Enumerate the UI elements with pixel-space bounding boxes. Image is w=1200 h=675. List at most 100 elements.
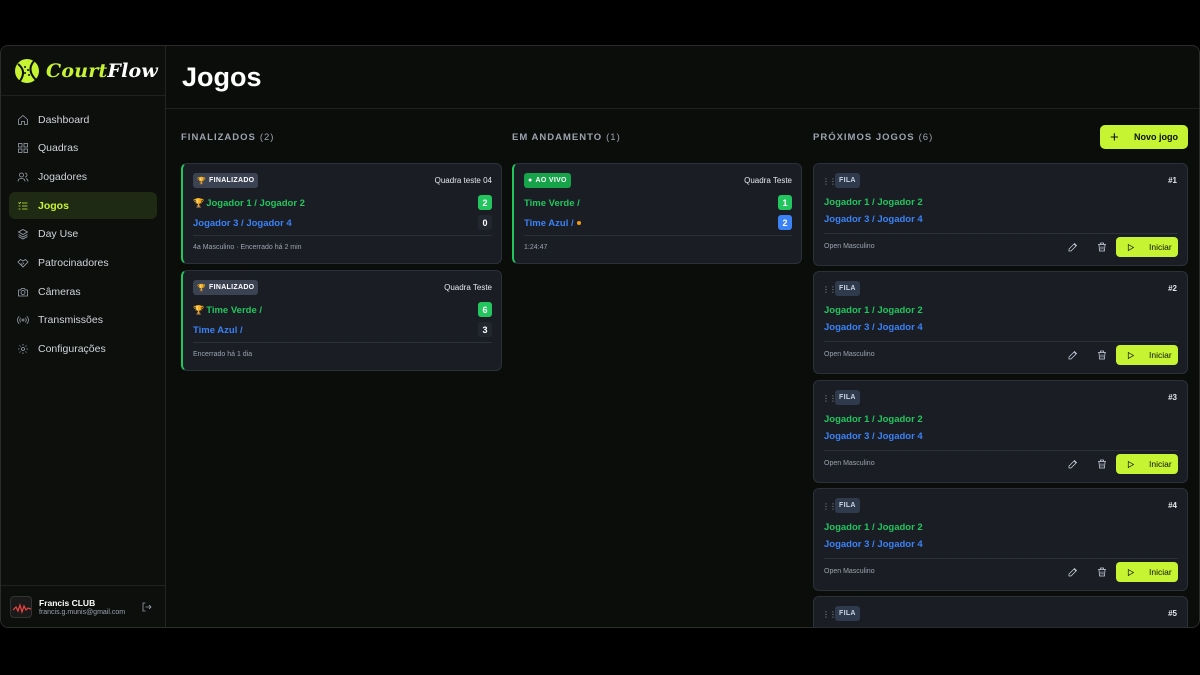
game-category: Open Masculino xyxy=(824,460,875,467)
sidebar-item-day-use[interactable]: Day Use xyxy=(9,221,157,248)
sidebar-item-label: Dashboard xyxy=(38,113,90,126)
sidebar-item-jogos[interactable]: Jogos xyxy=(9,192,157,220)
page-title: Jogos xyxy=(182,61,262,92)
sidebar-item-label: Quadras xyxy=(38,142,79,155)
serving-indicator-icon xyxy=(576,221,581,226)
court-name: Quadra Teste xyxy=(444,283,492,292)
live-dot-icon: ● xyxy=(528,177,533,184)
upcoming-game-card[interactable]: ⋮⋮ FILA #4 Jogador 1 / Jogador 2 Jogador… xyxy=(813,488,1188,591)
divider xyxy=(824,341,1178,342)
divider xyxy=(824,558,1178,559)
upcoming-game-card[interactable]: ⋮⋮ FILA #3 Jogador 1 / Jogador 2 Jogador… xyxy=(813,380,1188,483)
user-info: Francis CLUB francis.g.munis@gmail.com xyxy=(39,598,134,616)
sidebar-item-dashboard[interactable]: Dashboard xyxy=(9,106,157,133)
game-category: Open Masculino xyxy=(824,351,875,358)
score-team-1: 2 xyxy=(478,195,492,210)
layers-icon xyxy=(17,229,29,240)
upcoming-game-card[interactable]: ⋮⋮ FILA #1 Jogador 1 / Jogador 2 Jogador… xyxy=(813,163,1188,266)
score-team-2: 3 xyxy=(478,322,492,337)
gear-icon xyxy=(18,344,28,354)
queue-number: #2 xyxy=(1168,284,1177,293)
score-team-1: 1 xyxy=(778,195,792,210)
game-category: Open Masculino xyxy=(824,243,875,250)
sidebar-item-label: Transmissões xyxy=(38,314,103,327)
upcoming-game-card[interactable]: ⋮⋮ FILA #2 Jogador 1 / Jogador 2 Jogador… xyxy=(813,271,1188,374)
drag-handle-icon[interactable]: ⋮⋮ xyxy=(822,177,837,186)
edit-icon[interactable] xyxy=(1067,458,1079,470)
court-name: Quadra teste 04 xyxy=(434,176,492,185)
score-team-2: 0 xyxy=(478,215,492,230)
new-game-button[interactable]: + Novo jogo xyxy=(1100,125,1188,149)
team-2: Jogador 3 / Jogador 4 xyxy=(824,539,923,550)
divider xyxy=(524,235,792,236)
upcoming-game-card[interactable]: ⋮⋮ FILA #5 xyxy=(813,596,1188,627)
team-1: Jogador 1 / Jogador 2 xyxy=(824,305,923,316)
brand-name: CourtFlow xyxy=(46,59,158,82)
tennis-ball-icon xyxy=(15,58,39,83)
edit-icon[interactable] xyxy=(1067,566,1079,578)
column-title-live: EM ANDAMENTO (1) xyxy=(512,132,621,143)
logout-icon[interactable] xyxy=(141,601,153,613)
brand-logo[interactable]: CourtFlow xyxy=(1,46,165,96)
edit-icon[interactable] xyxy=(1067,241,1079,253)
sidebar-item-cameras[interactable]: Câmeras xyxy=(9,278,157,305)
status-badge: 🏆 FINALIZADO xyxy=(193,280,259,295)
team-2: Time Azul / xyxy=(524,218,581,229)
sidebar-item-label: Jogadores xyxy=(38,170,88,183)
drag-handle-icon[interactable]: ⋮⋮ xyxy=(822,502,837,511)
sidebar-item-configuracoes[interactable]: Configurações xyxy=(9,336,157,363)
grid-icon xyxy=(18,143,28,154)
column-title-upcoming: PRÓXIMOS JOGOS (6) xyxy=(813,132,934,143)
court-name: Quadra Teste xyxy=(744,176,792,185)
finished-game-card[interactable]: 🏆 FINALIZADO Quadra Teste 🏆 Time Verde / 6… xyxy=(181,270,502,371)
start-game-button[interactable]: Iniciar xyxy=(1116,562,1178,582)
drag-handle-icon[interactable]: ⋮⋮ xyxy=(822,285,837,294)
sidebar-item-quadras[interactable]: Quadras xyxy=(9,135,157,162)
score-team-2: 2 xyxy=(778,215,792,230)
sidebar-item-label: Jogos xyxy=(38,199,69,212)
score-team-1: 6 xyxy=(478,302,492,317)
list-icon xyxy=(18,201,28,209)
queue-number: #1 xyxy=(1168,176,1177,185)
sidebar-item-label: Patrocinadores xyxy=(38,256,109,269)
queue-badge: FILA xyxy=(835,281,860,296)
game-meta: Encerrado há 1 dia xyxy=(193,351,253,358)
trash-icon[interactable] xyxy=(1096,566,1108,578)
plus-icon: + xyxy=(1110,128,1119,146)
divider xyxy=(824,233,1178,234)
sidebar-item-label: Configurações xyxy=(38,343,106,355)
start-game-button[interactable]: Iniciar xyxy=(1116,237,1178,257)
sidebar-item-patrocinadores[interactable]: Patrocinadores xyxy=(9,249,157,276)
finished-game-card[interactable]: 🏆 FINALIZADO Quadra teste 04 🏆 Jogador 1 /… xyxy=(181,163,502,264)
broadcast-icon xyxy=(17,316,29,325)
play-icon xyxy=(1127,351,1135,359)
main-content: Jogos FINALIZADOS (2) EM ANDAMENTO (1) PRÓ… xyxy=(166,46,1199,627)
drag-handle-icon[interactable]: ⋮⋮ xyxy=(822,394,837,403)
user-profile[interactable]: Francis CLUB francis.g.munis@gmail.com xyxy=(1,585,165,627)
trophy-icon: 🏆 xyxy=(193,305,205,315)
user-email: francis.g.munis@gmail.com xyxy=(39,608,126,616)
sidebar-item-label: Câmeras xyxy=(38,285,81,298)
app-window: CourtFlow Dashboard Quadras Jogadores Jo… xyxy=(0,45,1200,628)
start-game-button[interactable]: Iniciar xyxy=(1116,345,1178,365)
trash-icon[interactable] xyxy=(1096,349,1108,361)
trash-icon[interactable] xyxy=(1096,241,1108,253)
live-game-card[interactable]: ● AO VIVO Quadra Teste Time Verde / 1 Tim… xyxy=(512,163,802,264)
sidebar: CourtFlow Dashboard Quadras Jogadores Jo… xyxy=(1,46,166,627)
sidebar-item-transmissoes[interactable]: Transmissões xyxy=(9,307,157,334)
drag-handle-icon[interactable]: ⋮⋮ xyxy=(822,610,837,619)
team-1: Time Verde / xyxy=(524,198,580,209)
live-badge: ● AO VIVO xyxy=(524,173,571,188)
avatar xyxy=(10,595,32,618)
team-1: Jogador 1 / Jogador 2 xyxy=(824,414,923,425)
divider xyxy=(193,235,492,236)
team-1: 🏆 Jogador 1 / Jogador 2 xyxy=(193,198,305,209)
trash-icon[interactable] xyxy=(1096,458,1108,470)
queue-number: #5 xyxy=(1168,609,1177,618)
status-badge: 🏆 FINALIZADO xyxy=(193,173,259,188)
game-meta: 4a Masculino · Encerrado há 2 min xyxy=(193,244,302,251)
sidebar-item-jogadores[interactable]: Jogadores xyxy=(9,163,157,190)
play-icon xyxy=(1127,460,1135,468)
start-game-button[interactable]: Iniciar xyxy=(1116,454,1178,474)
edit-icon[interactable] xyxy=(1067,349,1079,361)
